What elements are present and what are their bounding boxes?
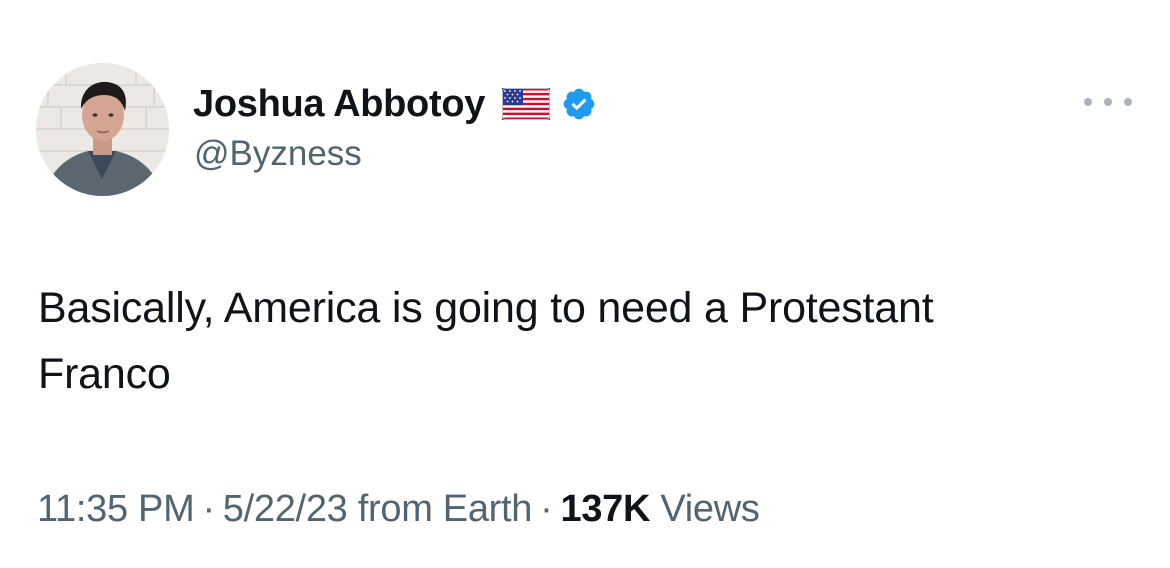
tweet-card: Joshua Abbotoy @Byzness Basically, Ameri… [0, 0, 1170, 568]
tweet-time[interactable]: 11:35 PM [37, 488, 195, 530]
meta-separator: · [540, 488, 553, 530]
tweet-text: Basically, America is going to need a Pr… [38, 275, 1138, 407]
tweet-text-line: Franco [38, 350, 171, 398]
meta-separator: · [202, 488, 215, 530]
avatar-image [36, 63, 169, 196]
more-options-icon[interactable] [1084, 90, 1132, 114]
us-flag-icon [502, 88, 551, 120]
author-name-row: Joshua Abbotoy [193, 78, 597, 130]
more-dot [1124, 98, 1132, 106]
tweet-source: from Earth [357, 488, 533, 530]
more-dot [1084, 98, 1092, 106]
author-handle[interactable]: @Byzness [194, 134, 362, 174]
avatar[interactable] [36, 63, 169, 196]
views-label: Views [660, 488, 760, 530]
tweet-text-line: Basically, America is going to need a Pr… [38, 284, 934, 332]
views-count[interactable]: 137K [561, 488, 651, 530]
tweet-meta: 11:35 PM · 5/22/23 from Earth · 137K Views [37, 488, 760, 531]
tweet-date[interactable]: 5/22/23 [223, 488, 348, 530]
author-display-name[interactable]: Joshua Abbotoy [193, 83, 485, 126]
more-dot [1104, 98, 1112, 106]
verified-badge-icon[interactable] [561, 86, 597, 122]
